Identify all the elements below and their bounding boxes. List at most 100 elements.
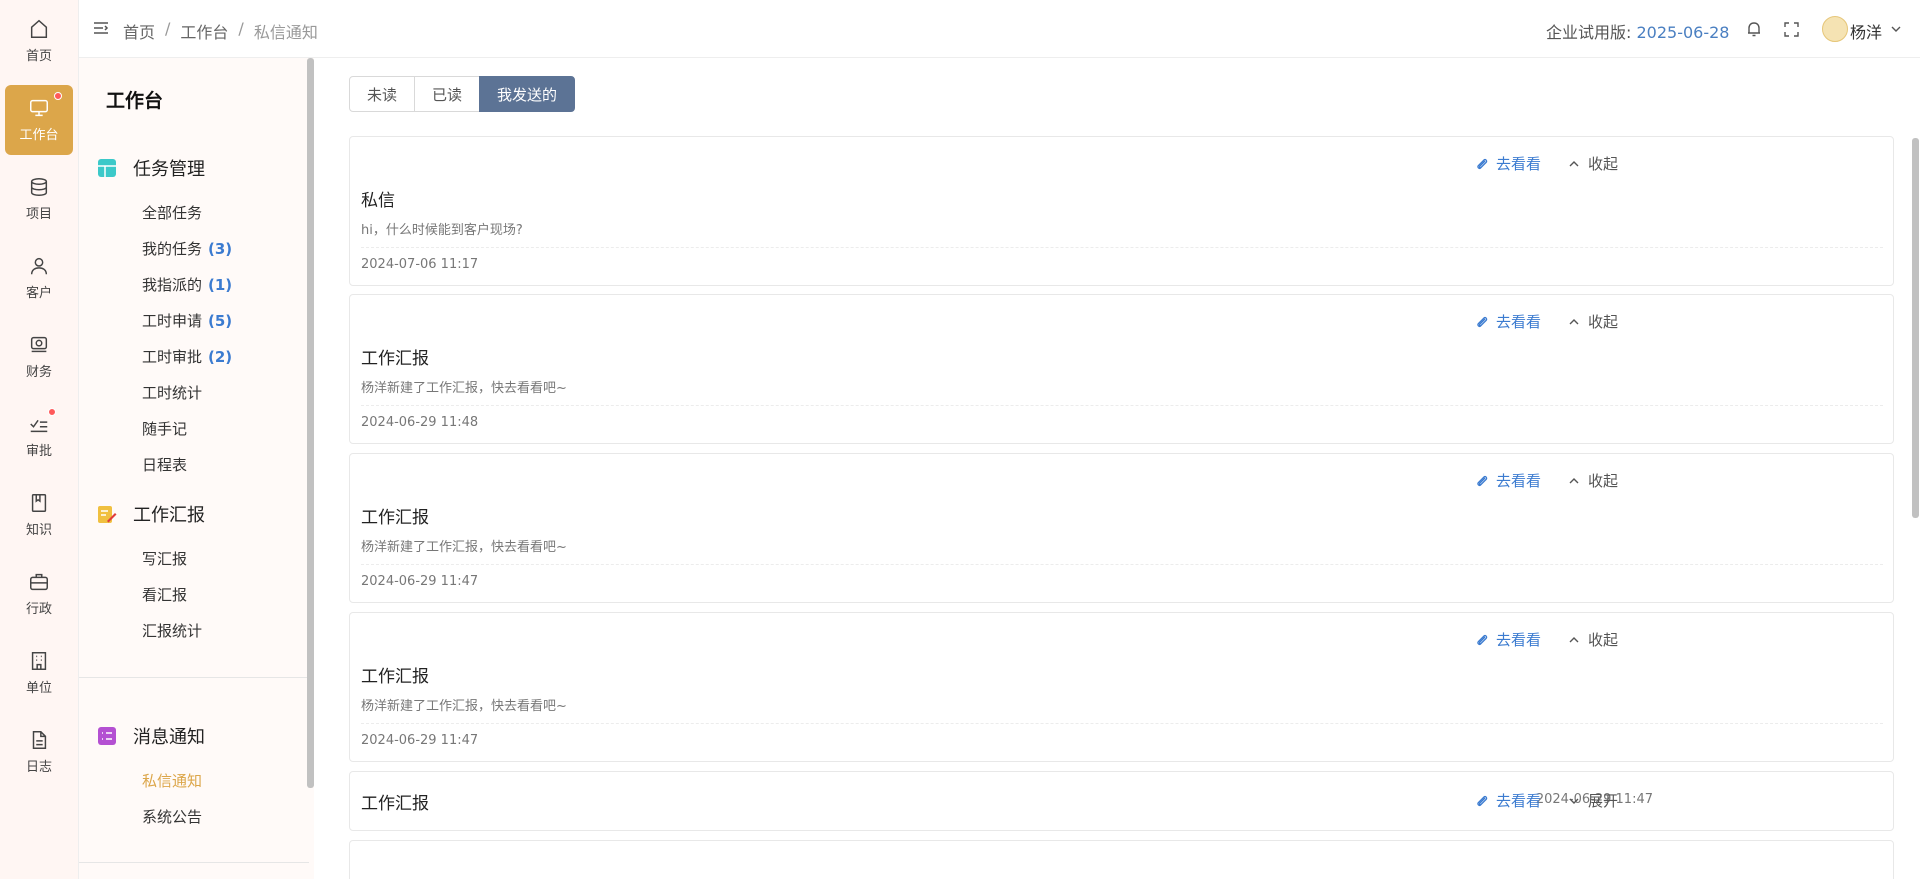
sidebar-item-assigned[interactable]: 我指派的 (1) bbox=[142, 274, 232, 295]
sidebar-item-calendar[interactable]: 日程表 bbox=[142, 454, 187, 475]
count-badge: (3) bbox=[208, 240, 233, 258]
notification-dot bbox=[54, 92, 62, 100]
rail-item-label: 首页 bbox=[25, 49, 52, 64]
sidebar-item-report-stats[interactable]: 汇报统计 bbox=[142, 620, 202, 641]
divider bbox=[361, 723, 1883, 724]
trial-label: 企业试用版: bbox=[1546, 23, 1632, 42]
sidebar-scrollbar[interactable] bbox=[307, 58, 314, 788]
paperclip-icon bbox=[1477, 475, 1488, 486]
message-title: 私信 bbox=[361, 191, 395, 211]
message-card bbox=[349, 840, 1894, 879]
go-view-button[interactable]: 去看看 bbox=[1475, 470, 1541, 491]
sidebar-item-private-message[interactable]: 私信通知 bbox=[142, 770, 202, 791]
rail-item-label: 审批 bbox=[25, 444, 52, 459]
menu-fold-icon[interactable] bbox=[93, 20, 109, 36]
rail-item-customer[interactable]: 客户 bbox=[5, 243, 73, 313]
rail-item-finance[interactable]: 财务 bbox=[5, 322, 73, 392]
breadcrumb-workbench[interactable]: 工作台 bbox=[180, 19, 228, 43]
paperclip-icon bbox=[1477, 795, 1488, 806]
go-view-button[interactable]: 去看看 bbox=[1475, 311, 1541, 332]
rail-item-admin[interactable]: 行政 bbox=[5, 559, 73, 629]
sidebar-item-all-tasks[interactable]: 全部任务 bbox=[142, 202, 202, 223]
sidebar-item-hours-approval[interactable]: 工时审批 (2) bbox=[142, 346, 232, 367]
report-edit-icon bbox=[98, 506, 117, 523]
chevron-up-icon bbox=[1569, 318, 1579, 324]
building-icon bbox=[31, 652, 47, 670]
chevron-down-icon bbox=[1569, 798, 1579, 804]
message-time: 2024-06-29 11:47 bbox=[361, 733, 479, 748]
checklist-icon bbox=[30, 419, 48, 433]
sidebar-item-write-report[interactable]: 写汇报 bbox=[142, 548, 187, 569]
tab-unread[interactable]: 未读 bbox=[349, 76, 416, 112]
rail-item-home[interactable]: 首页 bbox=[5, 6, 73, 76]
collapse-button[interactable]: 收起 bbox=[1567, 311, 1618, 332]
breadcrumb-current: 私信通知 bbox=[253, 23, 318, 42]
fullscreen-icon[interactable] bbox=[1783, 21, 1800, 38]
divider bbox=[79, 862, 309, 863]
rail-item-approval[interactable]: 审批 bbox=[5, 401, 73, 471]
section-title: 任务管理 bbox=[133, 159, 205, 180]
chevron-up-icon bbox=[1569, 160, 1579, 166]
message-body: 杨洋新建了工作汇报，快去看看吧~ bbox=[361, 381, 567, 396]
avatar[interactable] bbox=[1822, 16, 1848, 42]
sidebar-item-system-notice[interactable]: 系统公告 bbox=[142, 806, 202, 827]
sidebar-item-view-report[interactable]: 看汇报 bbox=[142, 584, 187, 605]
collapse-button[interactable]: 收起 bbox=[1567, 629, 1618, 650]
top-bar: 首页 / 工作台 / 私信通知 企业试用版: 2025-06-28 杨洋 bbox=[79, 0, 1920, 58]
bell-icon[interactable] bbox=[1745, 20, 1763, 38]
paperclip-icon bbox=[1477, 634, 1488, 645]
message-body: 杨洋新建了工作汇报，快去看看吧~ bbox=[361, 540, 567, 555]
collapse-button[interactable]: 收起 bbox=[1567, 470, 1618, 491]
user-icon bbox=[30, 257, 48, 275]
message-list-icon bbox=[98, 727, 116, 745]
book-icon bbox=[31, 494, 47, 512]
rail-item-label: 单位 bbox=[25, 681, 52, 696]
go-view-button[interactable]: 去看看 bbox=[1475, 153, 1541, 174]
message-card: 去看看 收起 工作汇报 杨洋新建了工作汇报，快去看看吧~ 2024-06-29 … bbox=[349, 612, 1894, 762]
message-title: 工作汇报 bbox=[361, 508, 429, 528]
notification-dot bbox=[48, 408, 56, 416]
sidebar-item-hours-request[interactable]: 工时申请 (5) bbox=[142, 310, 232, 331]
rail-item-log[interactable]: 日志 bbox=[5, 717, 73, 787]
paperclip-icon bbox=[1477, 316, 1488, 327]
rail-item-workbench[interactable]: 工作台 bbox=[5, 85, 73, 155]
rail-item-project[interactable]: 项目 bbox=[5, 164, 73, 234]
rail-item-label: 财务 bbox=[25, 365, 52, 380]
grid-icon bbox=[98, 159, 116, 177]
file-icon bbox=[32, 731, 47, 749]
tab-sent[interactable]: 我发送的 bbox=[479, 76, 576, 112]
message-body: 杨洋新建了工作汇报，快去看看吧~ bbox=[361, 699, 567, 714]
main-scrollbar[interactable] bbox=[1912, 138, 1919, 518]
divider bbox=[361, 564, 1883, 565]
message-card: 去看看 收起 工作汇报 杨洋新建了工作汇报，快去看看吧~ 2024-06-29 … bbox=[349, 294, 1894, 444]
section-task-management: 任务管理 bbox=[97, 155, 205, 181]
sidebar-item-hours-stats[interactable]: 工时统计 bbox=[142, 382, 202, 403]
trial-info: 企业试用版: 2025-06-28 bbox=[1546, 19, 1729, 43]
rail-item-label: 日志 bbox=[25, 760, 52, 775]
rail-item-label: 项目 bbox=[25, 207, 52, 222]
breadcrumb: 首页 / 工作台 / 私信通知 bbox=[123, 19, 318, 43]
chevron-down-icon[interactable] bbox=[1890, 23, 1902, 35]
main-content: 未读 已读 我发送的 去看看 收起 私信 hi，什么时候能到客户现场? 2024… bbox=[314, 58, 1920, 879]
rail-item-label: 行政 bbox=[25, 602, 52, 617]
sidebar-title: 工作台 bbox=[106, 90, 164, 112]
breadcrumb-home[interactable]: 首页 bbox=[123, 19, 155, 43]
user-name[interactable]: 杨洋 bbox=[1850, 19, 1882, 43]
workbench-sidebar: 工作台 任务管理 全部任务 我的任务 (3) 我指派的 (1) 工时申请 (5) 工时… bbox=[79, 58, 314, 879]
tab-read[interactable]: 已读 bbox=[414, 76, 481, 112]
sidebar-item-notes[interactable]: 随手记 bbox=[142, 418, 187, 439]
rail-item-unit[interactable]: 单位 bbox=[5, 638, 73, 708]
go-view-button[interactable]: 去看看 bbox=[1475, 629, 1541, 650]
rail-item-knowledge[interactable]: 知识 bbox=[5, 480, 73, 550]
trial-date: 2025-06-28 bbox=[1636, 23, 1730, 42]
section-work-report: 工作汇报 bbox=[97, 501, 205, 527]
collapse-button[interactable]: 收起 bbox=[1567, 153, 1618, 174]
go-view-button[interactable]: 去看看 bbox=[1475, 790, 1541, 811]
message-card: 去看看 收起 工作汇报 杨洋新建了工作汇报，快去看看吧~ 2024-06-29 … bbox=[349, 453, 1894, 603]
sidebar-item-my-tasks[interactable]: 我的任务 (3) bbox=[142, 238, 232, 259]
monitor-icon bbox=[30, 99, 48, 117]
rail-item-label: 工作台 bbox=[19, 128, 59, 143]
count-badge: (1) bbox=[208, 276, 233, 294]
chevron-up-icon bbox=[1569, 636, 1579, 642]
expand-button[interactable]: 展开 bbox=[1567, 790, 1618, 811]
